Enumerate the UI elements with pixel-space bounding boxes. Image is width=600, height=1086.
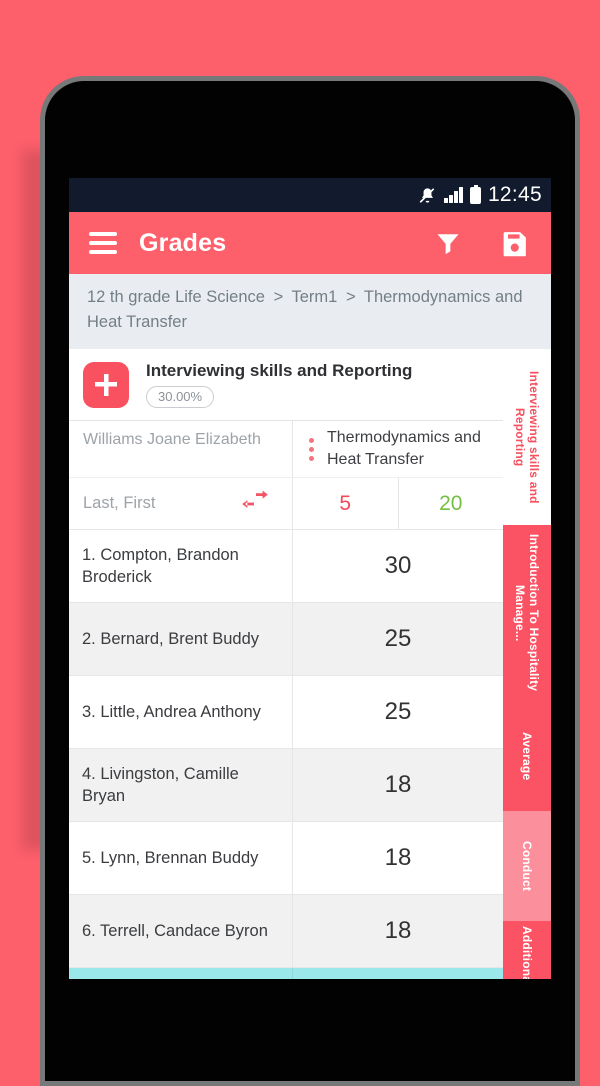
tab-average[interactable]: Average	[503, 701, 551, 811]
table-header-row: Williams Joane Elizabeth Thermodynamics …	[69, 421, 503, 478]
bell-muted-icon	[418, 186, 437, 205]
summary-grade-cell	[293, 968, 503, 979]
breadcrumb-item-term[interactable]: Term1	[292, 288, 338, 306]
floppy-save-icon[interactable]	[500, 229, 529, 258]
student-grade[interactable]: 18	[293, 749, 503, 821]
student-name: 1. Compton, Brandon Broderick	[69, 530, 293, 602]
grades-grid: Interviewing skills and Reporting 30.00%…	[69, 349, 551, 979]
battery-icon	[469, 184, 481, 204]
max-points: 5	[293, 478, 399, 529]
student-name: 3. Little, Andrea Anthony	[69, 676, 293, 748]
status-bar-clock: 12:45	[487, 182, 542, 206]
phone-frame: 12:45 Grades 12 th grade Life Science > …	[40, 76, 580, 1086]
tab-interviewing-skills[interactable]: Interviewing skills and Reporting	[503, 349, 551, 525]
student-name: 5. Lynn, Brennan Buddy	[69, 822, 293, 894]
grades-table: Interviewing skills and Reporting 30.00%…	[69, 349, 503, 979]
table-row[interactable]: 3. Little, Andrea Anthony 25	[69, 676, 503, 749]
filter-funnel-icon[interactable]	[434, 229, 462, 257]
signal-bars-icon	[444, 187, 463, 203]
tab-introduction-to-hospitality[interactable]: Introduction To Hospitality Manage...	[503, 525, 551, 701]
tab-additional-grade[interactable]: Additional Grade	[503, 921, 551, 979]
breadcrumb[interactable]: 12 th grade Life Science > Term1 > Therm…	[69, 274, 551, 349]
page-title: Grades	[139, 228, 227, 257]
teacher-name: Williams Joane Elizabeth	[69, 421, 293, 477]
total-points: 20	[439, 491, 463, 515]
student-grade[interactable]: 30	[293, 530, 503, 602]
sort-label: Last, First	[83, 494, 156, 512]
more-vertical-icon[interactable]	[309, 437, 314, 461]
breadcrumb-separator: >	[273, 288, 284, 306]
summary-row	[69, 968, 503, 979]
assignment-info: Interviewing skills and Reporting 30.00%	[146, 361, 412, 408]
swap-arrows-icon[interactable]	[240, 490, 270, 517]
assignment-weight-badge: 30.00%	[146, 386, 215, 408]
status-bar: 12:45	[69, 178, 551, 212]
tab-conduct[interactable]: Conduct	[503, 811, 551, 921]
table-row[interactable]: 1. Compton, Brandon Broderick 30	[69, 530, 503, 603]
table-row[interactable]: 4. Livingston, Camille Bryan 18	[69, 749, 503, 822]
student-grade[interactable]: 18	[293, 895, 503, 967]
hamburger-icon[interactable]	[89, 232, 117, 254]
student-grade[interactable]: 18	[293, 822, 503, 894]
breadcrumb-item-course[interactable]: 12 th grade Life Science	[87, 288, 265, 306]
points-row: 5 20	[293, 478, 503, 529]
sort-control[interactable]: Last, First	[69, 478, 293, 529]
breadcrumb-separator: >	[345, 288, 356, 306]
table-row[interactable]: 5. Lynn, Brennan Buddy 18	[69, 822, 503, 895]
power-button[interactable]	[577, 343, 580, 465]
table-row[interactable]: 2. Bernard, Brent Buddy 25	[69, 603, 503, 676]
table-row[interactable]: 6. Terrell, Candace Byron 18	[69, 895, 503, 968]
assignment-column-header: Thermodynamics and Heat Transfer	[293, 421, 503, 477]
category-tab-strip: Interviewing skills and Reporting Introd…	[503, 349, 551, 979]
phone-screen: 12:45 Grades 12 th grade Life Science > …	[69, 178, 551, 979]
assignment-header: Interviewing skills and Reporting 30.00%	[69, 349, 503, 421]
student-name: 4. Livingston, Camille Bryan	[69, 749, 293, 821]
student-grade[interactable]: 25	[293, 676, 503, 748]
assignment-column-title: Thermodynamics and Heat Transfer	[327, 429, 481, 468]
app-bar: Grades	[69, 212, 551, 274]
student-name: 6. Terrell, Candace Byron	[69, 895, 293, 967]
assignment-title: Interviewing skills and Reporting	[146, 361, 413, 380]
summary-name-cell	[69, 968, 293, 979]
add-assignment-button[interactable]	[83, 361, 129, 408]
student-name: 2. Bernard, Brent Buddy	[69, 603, 293, 675]
student-grade[interactable]: 25	[293, 603, 503, 675]
table-subheader-row: Last, First 5 20	[69, 478, 503, 530]
